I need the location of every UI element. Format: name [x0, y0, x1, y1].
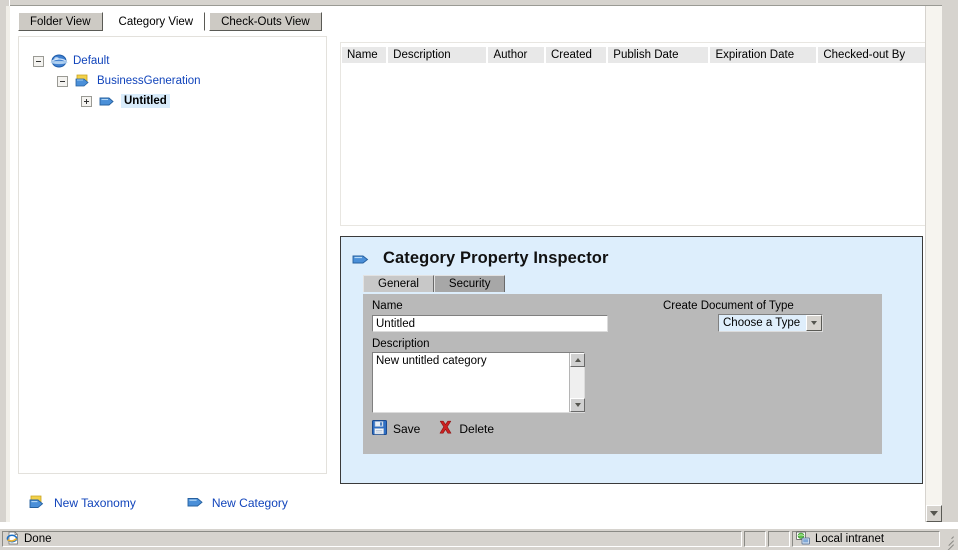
tree-node-businessgeneration-label[interactable]: BusinessGeneration: [97, 75, 201, 87]
column-header-checked-out-by[interactable]: Checked-out By: [818, 47, 931, 63]
description-scrollbar[interactable]: [569, 353, 585, 412]
document-grid-panel: Name Description Author Created Publish …: [340, 42, 932, 226]
tree-node-untitled-label[interactable]: Untitled: [121, 94, 170, 108]
name-input[interactable]: [372, 315, 608, 332]
column-header-description[interactable]: Description: [388, 47, 489, 63]
tab-check-outs-view[interactable]: Check-Outs View: [209, 12, 322, 31]
page-vertical-scrollbar[interactable]: [925, 6, 942, 522]
tab-category-view-label: Category View: [118, 15, 194, 28]
scroll-down-icon[interactable]: [926, 505, 942, 522]
tab-general[interactable]: General: [363, 275, 434, 292]
delete-button[interactable]: Delete: [438, 420, 494, 438]
tree-node-default[interactable]: Default: [33, 51, 326, 71]
tab-check-outs-view-label: Check-Outs View: [221, 15, 310, 28]
scroll-down-icon[interactable]: [570, 398, 585, 412]
tab-security-label: Security: [448, 278, 491, 290]
delete-x-icon: [438, 420, 453, 438]
expander-minus-icon[interactable]: [33, 55, 44, 67]
category-tag-icon: [98, 93, 116, 109]
globe-icon: [50, 53, 68, 69]
expander-minus-icon[interactable]: [57, 75, 68, 87]
chevron-down-icon[interactable]: [806, 315, 822, 331]
description-textarea-value: New untitled category: [376, 355, 487, 367]
category-tag-icon: [351, 251, 369, 267]
status-message-text: Done: [24, 533, 52, 545]
scrollbar-track[interactable]: [926, 6, 942, 505]
taxonomy-tag-icon: [74, 73, 92, 89]
taxonomy-tag-icon: [28, 494, 47, 513]
name-label: Name: [372, 300, 403, 312]
scroll-up-icon[interactable]: [570, 353, 585, 367]
bottom-link-bar: New Taxonomy New Category: [18, 488, 932, 518]
category-tree: Default BusinessGeneration Untitled: [19, 37, 326, 111]
resize-grip-icon: [942, 533, 954, 550]
column-header-author[interactable]: Author: [488, 47, 546, 63]
save-button[interactable]: Save: [372, 420, 420, 438]
tree-node-businessgeneration[interactable]: BusinessGeneration: [33, 71, 326, 91]
save-button-label: Save: [393, 422, 421, 436]
inspector-form: Name Description New untitled category C…: [363, 294, 882, 454]
browser-window: Folder View Category View Check-Outs Vie…: [0, 0, 958, 550]
status-message-cell: Done: [2, 531, 742, 547]
tab-category-view[interactable]: Category View: [106, 12, 206, 31]
doctype-label: Create Document of Type: [663, 300, 794, 312]
local-intranet-icon: [796, 531, 811, 548]
security-zone-cell[interactable]: Local intranet: [792, 531, 940, 547]
status-bar: Done Local intranet: [0, 528, 958, 550]
status-cell-2: [768, 531, 790, 547]
tab-security[interactable]: Security: [433, 275, 506, 292]
document-viewport: Folder View Category View Check-Outs Vie…: [10, 6, 941, 522]
description-label: Description: [372, 338, 430, 350]
column-header-created[interactable]: Created: [545, 47, 609, 63]
inspector-header: Category Property Inspector: [341, 237, 922, 271]
category-tree-panel: Default BusinessGeneration Untitled: [18, 36, 327, 474]
ie-page-icon: [6, 531, 20, 548]
inspector-actions: Save Delete: [372, 420, 494, 438]
tab-general-label: General: [378, 278, 419, 290]
new-category-link[interactable]: New Category: [186, 494, 288, 513]
status-cell-1: [744, 531, 766, 547]
inspector-title: Category Property Inspector: [383, 249, 609, 267]
tab-folder-view[interactable]: Folder View: [18, 12, 103, 31]
column-header-name[interactable]: Name: [342, 47, 389, 63]
window-left-edge: [0, 0, 10, 522]
window-right-edge: [942, 0, 958, 522]
inspector-tab-bar: General Security: [363, 275, 922, 292]
security-zone-text: Local intranet: [815, 533, 885, 545]
new-category-link-label: New Category: [211, 496, 288, 510]
view-tab-bar: Folder View Category View Check-Outs Vie…: [18, 12, 322, 32]
save-floppy-icon: [372, 420, 387, 438]
document-grid-header-row: Name Description Author Created Publish …: [342, 47, 931, 64]
tab-folder-view-label: Folder View: [30, 15, 91, 28]
tree-node-untitled[interactable]: Untitled: [33, 91, 326, 111]
doctype-select-value: Choose a Type: [723, 317, 801, 329]
expander-plus-icon[interactable]: [81, 95, 92, 107]
new-taxonomy-link-label: New Taxonomy: [54, 496, 136, 510]
doctype-select[interactable]: Choose a Type: [718, 314, 823, 332]
description-textarea[interactable]: New untitled category: [372, 352, 585, 413]
new-taxonomy-link[interactable]: New Taxonomy: [28, 494, 136, 513]
column-header-publish-date[interactable]: Publish Date: [608, 47, 711, 63]
category-tag-icon: [186, 494, 205, 513]
resize-grip[interactable]: [940, 531, 956, 550]
tree-node-default-label[interactable]: Default: [73, 55, 109, 67]
category-property-inspector: Category Property Inspector General Secu…: [340, 236, 923, 484]
column-header-expiration-date[interactable]: Expiration Date: [710, 47, 819, 63]
delete-button-label: Delete: [459, 422, 495, 436]
